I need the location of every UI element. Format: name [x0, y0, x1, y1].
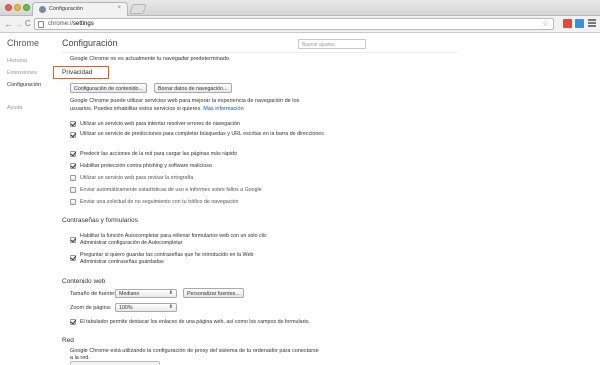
privacy-description-line2-text: usuarios. Puedes inhabilitar estos servi… — [70, 106, 202, 112]
new-tab-button[interactable] — [129, 4, 147, 14]
reload-icon[interactable]: C — [25, 19, 31, 29]
tab-title: Configuración — [49, 6, 83, 12]
close-window-button[interactable] — [5, 4, 12, 11]
checkbox-navigation-errors[interactable] — [70, 121, 76, 127]
web-content-heading: Contenido web — [62, 278, 106, 285]
address-bar[interactable]: chrome://settings ☆ — [34, 18, 554, 30]
address-text[interactable]: chrome://settings — [48, 21, 94, 27]
tab-highlight-label: El tabulador permite destacar los enlace… — [80, 319, 310, 325]
page-zoom-select[interactable]: 100% ⬍ — [115, 303, 177, 312]
font-size-value: Mediano — [119, 291, 140, 297]
default-browser-text: Google Chrome no es actualmente tu naveg… — [70, 56, 231, 62]
url-path: settings — [73, 21, 94, 27]
extension-icon[interactable] — [575, 19, 584, 28]
content-settings-button[interactable]: Configuración de contenido... — [70, 83, 147, 93]
back-arrow-icon[interactable]: ← — [4, 19, 13, 29]
autofill-label: Habilitar la función Autocompletar para … — [80, 233, 267, 239]
checkbox-do-not-track[interactable] — [70, 199, 76, 205]
checkbox-predict-network[interactable] — [70, 151, 76, 157]
font-size-label: Tamaño de fuente: — [70, 291, 116, 297]
sidebar-item-extensions[interactable]: Extensiones — [7, 70, 37, 76]
saved-passwords-link[interactable]: Administrar contraseñas guardadas — [80, 259, 164, 265]
checkbox-tab-highlight[interactable] — [70, 319, 76, 325]
header-divider — [62, 52, 457, 53]
checkbox-label: Enviar automáticamente estadísticas de u… — [80, 187, 262, 193]
tab-settings[interactable]: Configuración × — [32, 2, 128, 16]
title-bar: Configuración × — [0, 0, 600, 16]
checkbox-label: Habilitar protección contra phishing y s… — [80, 163, 212, 169]
dropdown-arrow-icon: ⬍ — [168, 304, 173, 310]
proxy-settings-button[interactable] — [70, 361, 160, 365]
checkbox-label: Utilizar un servicio web para intentar r… — [80, 121, 240, 127]
checkbox-phishing-protection[interactable] — [70, 163, 76, 169]
sidebar-item-settings[interactable]: Configuración — [7, 82, 41, 88]
sidebar-item-help[interactable]: Ayuda — [7, 105, 23, 111]
settings-favicon-icon — [39, 6, 46, 13]
search-input[interactable]: Buscar ajustes — [298, 39, 366, 49]
url-scheme: chrome:// — [48, 21, 74, 27]
checkbox-label: Utilizar un servicio de predicciones par… — [80, 131, 324, 137]
clear-browsing-data-button[interactable]: Borrar datos de navegación... — [154, 83, 232, 93]
save-passwords-label: Preguntar si quiero guardar las contrase… — [80, 252, 254, 258]
privacy-description-line1: Google Chrome puede utilizar servicios w… — [70, 98, 300, 104]
page-zoom-value: 100% — [119, 305, 133, 311]
checkbox-save-passwords[interactable] — [70, 255, 76, 261]
network-description-line1: Google Chrome está utilizando la configu… — [70, 348, 319, 354]
extension-icon[interactable] — [563, 19, 572, 28]
dropdown-arrow-icon: ⬍ — [168, 290, 173, 296]
network-heading: Red — [62, 337, 74, 344]
checkbox-autofill[interactable] — [70, 237, 76, 243]
privacy-heading: Privacidad — [62, 69, 93, 76]
sidebar-title: Chrome — [7, 38, 40, 48]
privacy-description-line2: usuarios. Puedes inhabilitar estos servi… — [70, 106, 244, 112]
checkbox-usage-stats[interactable] — [70, 187, 76, 193]
toolbar: ← → C chrome://settings ☆ — [0, 16, 600, 33]
zoom-window-button[interactable] — [23, 4, 30, 11]
checkbox-spelling[interactable] — [70, 175, 76, 181]
page-title: Configuración — [62, 38, 118, 48]
forward-arrow-icon[interactable]: → — [14, 19, 23, 29]
page-icon — [38, 21, 44, 28]
font-size-select[interactable]: Mediano ⬍ — [115, 289, 177, 298]
customize-fonts-button[interactable]: Personalizar fuentes... — [183, 288, 244, 298]
bookmark-star-icon[interactable]: ☆ — [542, 19, 549, 28]
autofill-settings-link[interactable]: Administrar configuración de Autocomplet… — [80, 240, 182, 246]
checkbox-label: Utilizar un servicio web para revisar la… — [80, 175, 194, 181]
more-info-link[interactable]: Más información — [203, 106, 243, 112]
checkbox-predictions[interactable] — [70, 132, 76, 138]
menu-icon[interactable] — [588, 19, 596, 28]
checkbox-label: Predecir las acciones de la red para car… — [80, 151, 237, 157]
sidebar-item-history[interactable]: Historial — [7, 58, 27, 64]
zoom-label: Zoom de página: — [70, 305, 112, 311]
passwords-heading: Contraseñas y formularios — [62, 217, 138, 224]
checkbox-label: Enviar una solicitud de no seguimiento c… — [80, 199, 239, 205]
minimize-window-button[interactable] — [14, 4, 21, 11]
tab-close-icon[interactable]: × — [117, 5, 121, 11]
